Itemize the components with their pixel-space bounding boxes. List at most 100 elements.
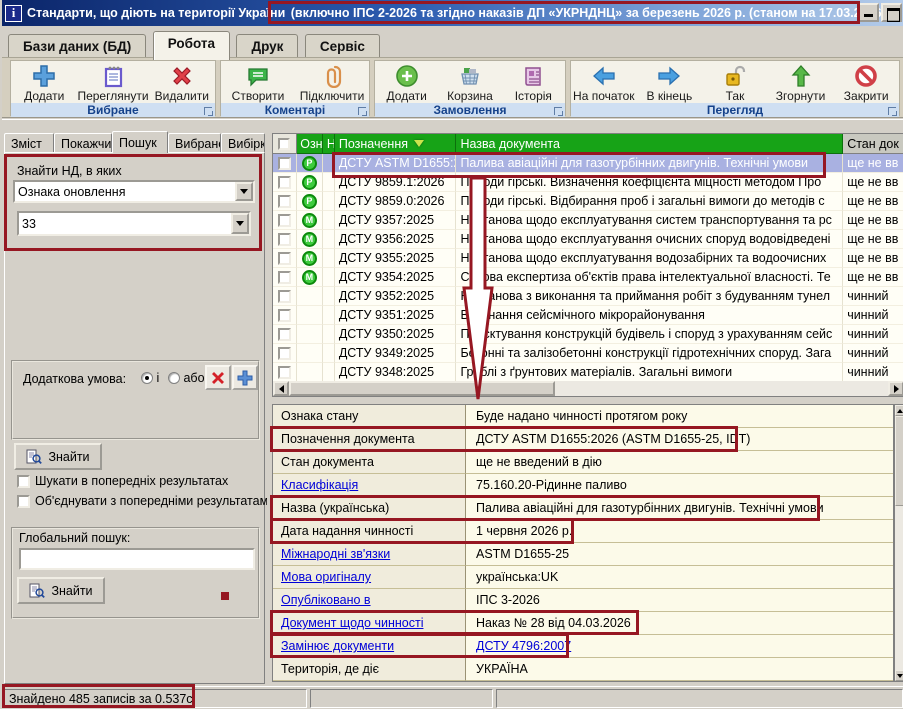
go-last-button[interactable]: В кінець bbox=[637, 61, 703, 103]
radio-and-circle[interactable] bbox=[141, 372, 153, 384]
doc-status: чинний bbox=[843, 306, 903, 325]
table-row[interactable]: P ДСТУ 9859.0:2026 Породи гірські. Відби… bbox=[273, 192, 903, 211]
column-header-mark[interactable]: Озн bbox=[297, 134, 323, 154]
dialog-launcher-icon[interactable] bbox=[358, 107, 366, 115]
detail-link-opublikovano[interactable]: Опубліковано в bbox=[273, 589, 466, 612]
add-condition-button[interactable] bbox=[232, 365, 258, 390]
ribbon-group-komentari: Створити Підключити Коментарі bbox=[220, 60, 370, 116]
detail-value-zaminiuie-link[interactable]: ДСТУ 4796:2007 bbox=[466, 635, 893, 658]
detail-link-klasyfikatsiia[interactable]: Класифікація bbox=[273, 474, 466, 497]
dialog-launcher-icon[interactable] bbox=[204, 107, 212, 115]
sidebar-tab-poshuk[interactable]: Пошук bbox=[112, 131, 168, 153]
column-header-name[interactable]: Назва документа bbox=[456, 134, 843, 154]
global-find-button[interactable]: Знайти bbox=[17, 577, 105, 604]
favorites-view-button[interactable]: Переглянути bbox=[77, 61, 148, 103]
lock-yes-button[interactable]: Так bbox=[702, 61, 768, 103]
row-checkbox[interactable] bbox=[278, 271, 291, 284]
checkbox-icon[interactable] bbox=[17, 475, 30, 488]
table-row[interactable]: M ДСТУ 9354:2025 Судова експертиза об'єк… bbox=[273, 268, 903, 287]
checkbox-icon[interactable] bbox=[17, 495, 30, 508]
row-checkbox[interactable] bbox=[278, 290, 291, 303]
detail-link-dokument-chynnosti[interactable]: Документ щодо чинності bbox=[273, 612, 466, 635]
maximize-button[interactable] bbox=[881, 3, 902, 22]
union-previous-label: Об'єднувати з попередніми результатами bbox=[35, 494, 267, 508]
table-row[interactable]: ДСТУ 9352:2025 Настанова з виконання та … bbox=[273, 287, 903, 306]
table-row[interactable]: ДСТУ 9349:2025 Бетонні та залізобетонні … bbox=[273, 344, 903, 363]
scroll-left-button[interactable] bbox=[273, 381, 289, 396]
column-header-na[interactable]: На bbox=[323, 134, 335, 154]
sort-descending-icon bbox=[414, 140, 424, 147]
sidebar-tab-zmist[interactable]: Зміст bbox=[4, 133, 54, 153]
close-db-button[interactable]: Закрити bbox=[833, 61, 899, 103]
chevron-down-icon[interactable] bbox=[235, 182, 253, 201]
favorites-add-button[interactable]: Додати bbox=[11, 61, 77, 103]
comments-attach-button[interactable]: Підключити bbox=[295, 61, 369, 103]
table-row[interactable]: P ДСТУ ASTM D1655:2026 ( Палива авіаційн… bbox=[273, 154, 903, 173]
row-checkbox[interactable] bbox=[278, 233, 291, 246]
scroll-up-button[interactable] bbox=[895, 405, 903, 416]
table-row[interactable]: ДСТУ 9351:2025 Виконання сейсмічного мік… bbox=[273, 306, 903, 325]
global-search-input[interactable] bbox=[19, 548, 255, 570]
scrollbar-thumb[interactable] bbox=[895, 416, 903, 506]
comments-create-button[interactable]: Створити bbox=[221, 61, 295, 103]
select-all-checkbox[interactable] bbox=[273, 134, 297, 154]
doc-status: чинний bbox=[843, 325, 903, 344]
radio-and[interactable]: і bbox=[141, 371, 159, 385]
orders-history-button[interactable]: Історія bbox=[502, 61, 565, 103]
radio-or-circle[interactable] bbox=[168, 372, 180, 384]
union-previous-checkbox[interactable]: Об'єднувати з попередніми результатами bbox=[17, 494, 267, 508]
table-row[interactable]: P ДСТУ 9859.1:2026 Породи гірські. Визна… bbox=[273, 173, 903, 192]
details-vertical-scrollbar[interactable] bbox=[894, 404, 903, 682]
column-header-code[interactable]: Позначення bbox=[335, 134, 457, 154]
dialog-launcher-icon[interactable] bbox=[888, 107, 896, 115]
detail-link-mova[interactable]: Мова оригіналу bbox=[273, 566, 466, 589]
tab-robota[interactable]: Робота bbox=[153, 31, 230, 60]
search-doc-icon bbox=[26, 449, 42, 465]
column-header-status[interactable]: Стан док bbox=[843, 134, 903, 154]
favorites-delete-button[interactable]: Видалити bbox=[149, 61, 215, 103]
go-first-button[interactable]: На початок bbox=[571, 61, 637, 103]
table-row[interactable]: M ДСТУ 9357:2025 Настанова щодо експлуат… bbox=[273, 211, 903, 230]
orders-basket-button[interactable]: Корзина bbox=[438, 61, 501, 103]
doc-status: ще не вв bbox=[843, 154, 903, 173]
row-checkbox[interactable] bbox=[278, 328, 291, 341]
value-combobox[interactable]: 33 bbox=[17, 211, 251, 236]
dialog-launcher-icon[interactable] bbox=[554, 107, 562, 115]
search-previous-checkbox[interactable]: Шукати в попередніх результатах bbox=[17, 474, 267, 488]
detail-link-mizhnarodni[interactable]: Міжнародні зв'язки bbox=[273, 543, 466, 566]
sidebar-tab-vybirka[interactable]: Вибірка bbox=[221, 133, 265, 153]
table-row[interactable]: M ДСТУ 9355:2025 Настанова щодо експлуат… bbox=[273, 249, 903, 268]
table-horizontal-scrollbar[interactable] bbox=[272, 381, 903, 397]
row-checkbox[interactable] bbox=[278, 214, 291, 227]
row-checkbox[interactable] bbox=[278, 309, 291, 322]
row-checkbox[interactable] bbox=[278, 366, 291, 379]
remove-condition-button[interactable] bbox=[205, 365, 231, 390]
row-checkbox[interactable] bbox=[278, 195, 291, 208]
history-icon bbox=[520, 63, 546, 89]
arrow-left-icon bbox=[591, 63, 617, 89]
chevron-down-icon[interactable] bbox=[231, 213, 249, 234]
doc-name: Проєктування конструкцій будівель і спор… bbox=[456, 325, 843, 344]
row-checkbox[interactable] bbox=[278, 176, 291, 189]
sidebar-tab-vybrane[interactable]: Вибране bbox=[168, 133, 221, 153]
doc-name: Породи гірські. Відбирання проб і загаль… bbox=[456, 192, 843, 211]
collapse-button[interactable]: Згорнути bbox=[768, 61, 834, 103]
minimize-button[interactable] bbox=[858, 3, 879, 22]
table-row[interactable]: ДСТУ 9348:2025 Греблі з ґрунтових матері… bbox=[273, 363, 903, 382]
scroll-down-button[interactable] bbox=[895, 670, 903, 681]
table-row[interactable]: M ДСТУ 9356:2025 Настанова щодо експлуат… bbox=[273, 230, 903, 249]
ribbon-group-perehliad: На початок В кінець Так bbox=[570, 60, 900, 116]
row-checkbox[interactable] bbox=[278, 347, 291, 360]
radio-or[interactable]: або bbox=[168, 371, 205, 385]
find-button[interactable]: Знайти bbox=[14, 443, 102, 470]
criteria-combobox[interactable]: Ознака оновлення bbox=[13, 180, 255, 203]
comment-icon bbox=[245, 63, 271, 89]
orders-add-button[interactable]: Додати bbox=[375, 61, 438, 103]
row-checkbox[interactable] bbox=[278, 252, 291, 265]
scroll-right-button[interactable] bbox=[888, 381, 903, 396]
table-row[interactable]: ДСТУ 9350:2025 Проєктування конструкцій … bbox=[273, 325, 903, 344]
scrollbar-thumb[interactable] bbox=[289, 381, 555, 396]
sidebar-tab-pokazhchyky[interactable]: Покажчи bbox=[54, 133, 112, 153]
row-checkbox[interactable] bbox=[278, 157, 291, 170]
detail-link-zaminiuie[interactable]: Замінює документи bbox=[273, 635, 466, 658]
